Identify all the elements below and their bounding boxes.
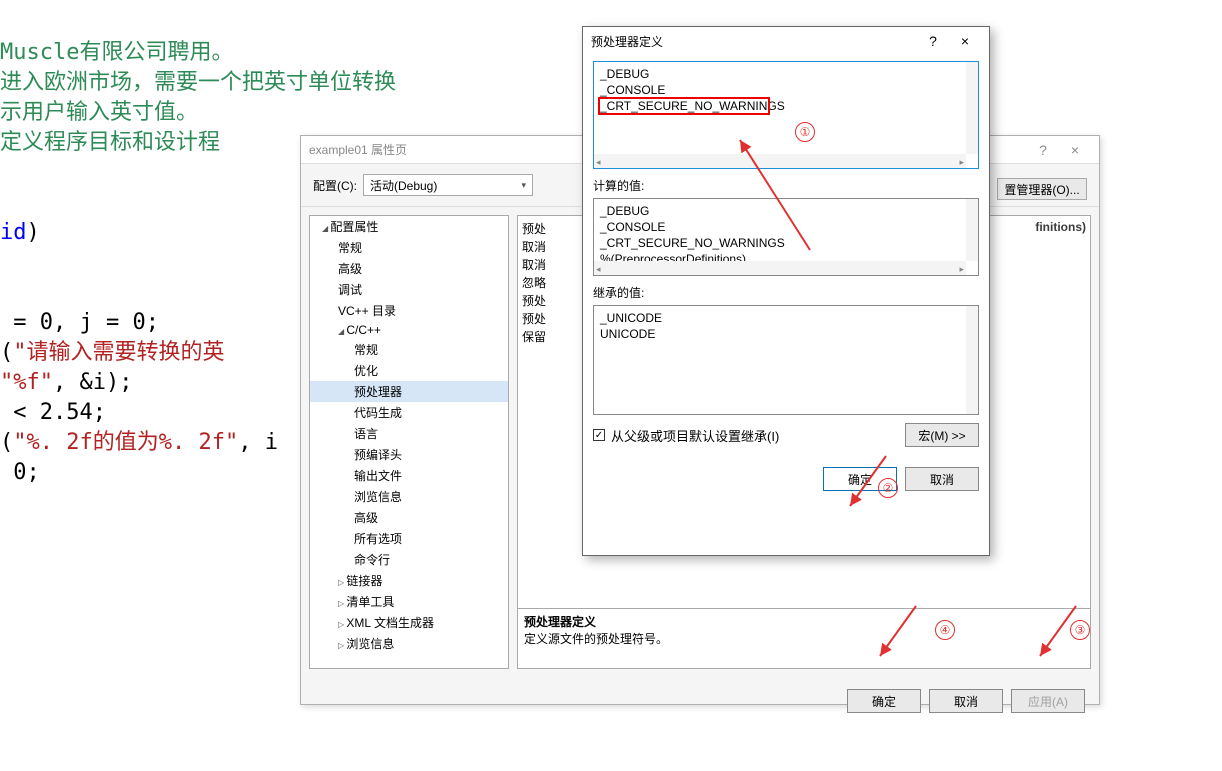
tree-item-cpp-optimize[interactable]: 优化 (310, 360, 508, 381)
cancel-button[interactable]: 取消 (905, 467, 979, 491)
code-token: < (13, 400, 26, 425)
tree-item-cpp[interactable]: C/C++ (310, 321, 508, 339)
tree-item-cpp-preprocessor[interactable]: 预处理器 (310, 381, 508, 402)
code-line: 定义程序目标和设计程 (0, 130, 220, 155)
tree-item-cpp-output[interactable]: 输出文件 (310, 465, 508, 486)
tree-item-cpp-general[interactable]: 常规 (310, 339, 508, 360)
tree-item-linker[interactable]: 链接器 (310, 570, 508, 591)
code-line: 0; (13, 460, 40, 485)
property-tree[interactable]: 配置属性 常规 高级 调试 VC++ 目录 C/C++ 常规 优化 预处理器 代… (309, 215, 509, 669)
code-token: ) (27, 220, 40, 245)
definition-line: _CRT_SECURE_NO_WARNINGS (600, 98, 972, 114)
config-value: 活动(Debug) (370, 177, 437, 194)
code-string: "%. 2f的值为%. 2f" (13, 430, 238, 455)
definition-line: _CONSOLE (600, 82, 972, 98)
scrollbar-vertical[interactable] (966, 62, 978, 154)
tree-item-cpp-cmdline[interactable]: 命令行 (310, 549, 508, 570)
tree-item-advanced[interactable]: 高级 (310, 258, 508, 279)
list-item: UNICODE (600, 326, 972, 342)
config-label: 配置(C): (313, 177, 357, 194)
list-item: _CRT_SECURE_NO_WARNINGS (600, 235, 972, 251)
computed-label: 计算的值: (593, 177, 979, 194)
tree-item-cpp-browse[interactable]: 浏览信息 (310, 486, 508, 507)
code-line: 示用户输入英寸值。 (0, 100, 198, 125)
ok-button[interactable]: 确定 (823, 467, 897, 491)
list-item: _UNICODE (600, 310, 972, 326)
tree-item-cpp-advanced[interactable]: 高级 (310, 507, 508, 528)
tree-item-cpp-pch[interactable]: 预编译头 (310, 444, 508, 465)
tree-item-config-properties[interactable]: 配置属性 (310, 216, 508, 237)
list-item: _DEBUG (600, 203, 972, 219)
list-item: _CONSOLE (600, 219, 972, 235)
tree-item-cpp-codegen[interactable]: 代码生成 (310, 402, 508, 423)
scrollbar-vertical[interactable] (966, 199, 978, 261)
computed-list: _DEBUG _CONSOLE _CRT_SECURE_NO_WARNINGS … (593, 198, 979, 276)
tree-item-xml-doc[interactable]: XML 文档生成器 (310, 612, 508, 633)
description-text: 定义源文件的预处理符号。 (524, 630, 1084, 647)
tree-item-cpp-all[interactable]: 所有选项 (310, 528, 508, 549)
help-button[interactable]: ? (917, 30, 949, 52)
tree-item-vcpp-dirs[interactable]: VC++ 目录 (310, 300, 508, 321)
code-line: Muscle有限公司聘用。 (0, 40, 233, 65)
definitions-textarea[interactable]: _DEBUG _CONSOLE _CRT_SECURE_NO_WARNINGS (593, 61, 979, 169)
grid-label: 预处 (522, 310, 562, 328)
code-token: , i (238, 430, 278, 455)
inherit-label: 从父级或项目默认设置继承(I) (611, 426, 779, 445)
cancel-button[interactable]: 取消 (929, 689, 1003, 713)
close-button[interactable]: × (949, 30, 981, 52)
ok-button[interactable]: 确定 (847, 689, 921, 713)
code-token: id (0, 220, 27, 245)
close-button[interactable]: × (1059, 139, 1091, 161)
code-string: "%f" (0, 370, 53, 395)
config-combo[interactable]: 活动(Debug) (363, 174, 533, 196)
tree-item-manifest[interactable]: 清单工具 (310, 591, 508, 612)
inherited-list: _UNICODE UNICODE (593, 305, 979, 415)
tree-item-general[interactable]: 常规 (310, 237, 508, 258)
scrollbar-vertical[interactable] (966, 306, 978, 414)
preprocessor-definitions-dialog: 预处理器定义 ? × _DEBUG _CONSOLE _CRT_SECURE_N… (582, 26, 990, 556)
code-line: = 0, j = 0; (0, 310, 159, 335)
config-manager-button[interactable]: 置管理器(O)... (997, 178, 1087, 200)
code-line: 2.54; (27, 400, 106, 425)
titlebar[interactable]: 预处理器定义 ? × (583, 27, 989, 55)
tree-item-cpp-language[interactable]: 语言 (310, 423, 508, 444)
property-description: 预处理器定义 定义源文件的预处理符号。 (517, 609, 1091, 669)
tree-item-debug[interactable]: 调试 (310, 279, 508, 300)
inherit-checkbox[interactable]: ✓ (593, 429, 605, 441)
scrollbar-horizontal[interactable] (594, 261, 966, 275)
tree-item-browse-info[interactable]: 浏览信息 (310, 633, 508, 654)
description-title: 预处理器定义 (524, 613, 1084, 630)
apply-button[interactable]: 应用(A) (1011, 689, 1085, 713)
definition-line: _DEBUG (600, 66, 972, 82)
grid-label: 取消 (522, 238, 562, 256)
help-button[interactable]: ? (1027, 139, 1059, 161)
code-token: , &i); (53, 370, 132, 395)
grid-label: 预处 (522, 292, 562, 310)
dialog-title: 预处理器定义 (591, 33, 917, 50)
grid-label: 保留 (522, 328, 562, 346)
grid-label: 忽略 (522, 274, 562, 292)
inherited-label: 继承的值: (593, 284, 979, 301)
macro-button[interactable]: 宏(M) >> (905, 423, 979, 447)
scrollbar-horizontal[interactable] (594, 154, 966, 168)
grid-label: 取消 (522, 256, 562, 274)
dialog-footer: 确定 取消 应用(A) (301, 677, 1099, 725)
code-string: "请输入需要转换的英 (13, 340, 224, 365)
grid-label: 预处 (522, 220, 562, 238)
